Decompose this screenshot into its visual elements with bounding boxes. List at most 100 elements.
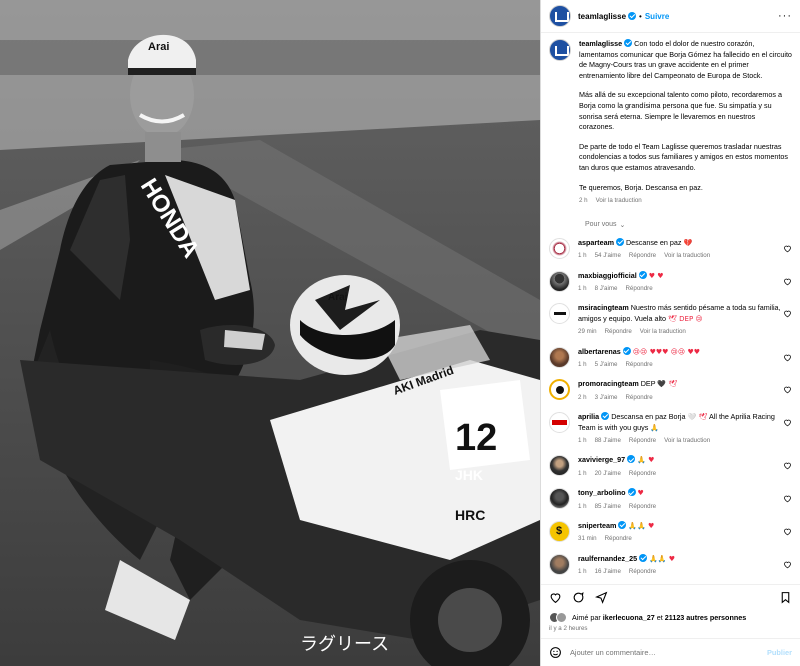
reply-button[interactable]: Répondre [625, 393, 652, 403]
comment-item: msiracingteam Nuestro más sentido pésame… [549, 303, 792, 337]
translate-link[interactable]: Voir la traduction [640, 327, 686, 337]
reply-button[interactable]: Répondre [605, 327, 632, 337]
commenter-username[interactable]: sniperteam [578, 521, 616, 530]
verified-badge-icon [639, 553, 648, 562]
comment-likes-count[interactable]: 3 J'aime [595, 393, 618, 403]
add-comment-bar: Publier [541, 638, 800, 666]
more-options-icon[interactable]: ··· [778, 10, 792, 22]
comment-emoji: 😢😢 ♥♥♥ 😢😢 ♥♥ [632, 347, 700, 356]
commenter-username[interactable]: promoracingteam [578, 379, 639, 388]
comment-text: Descanse en paz [625, 237, 682, 247]
reply-button[interactable]: Répondre [629, 469, 656, 479]
comments-scroll-area[interactable]: teamlaglisse Con todo el dolor de nuestr… [541, 33, 800, 584]
comment-like-heart-icon[interactable] [783, 244, 792, 253]
reply-button[interactable]: Répondre [605, 534, 632, 544]
comment-time: 29 min [578, 328, 597, 336]
posted-time: il y a 2 heures [549, 625, 588, 632]
share-send-icon[interactable] [595, 591, 608, 604]
comment-time: 1 h [578, 252, 587, 260]
comment-like-heart-icon[interactable] [783, 385, 792, 394]
commenter-avatar[interactable] [549, 303, 570, 325]
comment-like-heart-icon[interactable] [783, 277, 792, 286]
commenter-avatar[interactable] [549, 455, 570, 477]
likes-first-user[interactable]: ikerlecuona_27 [603, 613, 655, 622]
follow-button[interactable]: Suivre [645, 12, 669, 21]
reply-button[interactable]: Répondre [625, 360, 652, 370]
commenter-avatar[interactable] [549, 346, 570, 368]
caption-translate-link[interactable]: Voir la traduction [596, 196, 642, 207]
chevron-down-icon: ⌄ [619, 221, 626, 229]
commenter-username[interactable]: msiracingteam [578, 303, 629, 312]
comment-meta: 1 h 88 J'aime Répondre Voir la traduction [578, 436, 782, 446]
comment-like-heart-icon[interactable] [783, 309, 792, 318]
commenter-avatar[interactable] [549, 412, 570, 434]
commenter-avatar[interactable] [549, 237, 570, 259]
commenter-username[interactable]: aprilia [578, 412, 599, 421]
add-comment-input[interactable] [570, 648, 767, 657]
reply-button[interactable]: Répondre [629, 251, 656, 261]
author-avatar[interactable] [549, 5, 571, 27]
emoji-picker-icon[interactable] [549, 646, 562, 659]
commenter-username[interactable]: raulfernandez_25 [578, 554, 637, 563]
translate-link[interactable]: Voir la traduction [664, 436, 710, 446]
comment-time: 31 min [578, 535, 597, 543]
commenter-username[interactable]: xavivierge_97 [578, 455, 625, 464]
reply-button[interactable]: Répondre [629, 436, 656, 446]
likes-middle: et [654, 612, 665, 622]
translate-link[interactable]: Voir la traduction [664, 251, 710, 261]
commenter-avatar[interactable] [549, 553, 570, 575]
rider-photo-illustration: HONDA Arai 12 AKI Madrid JHK HRC ラグリース A… [0, 0, 540, 666]
commenter-avatar[interactable] [549, 379, 570, 401]
verified-badge-icon [638, 270, 647, 279]
comment-like-heart-icon[interactable] [783, 527, 792, 536]
comments-filter[interactable]: Pour vous ⌄ [585, 221, 792, 229]
post-photo[interactable]: HONDA Arai 12 AKI Madrid JHK HRC ラグリース A… [0, 0, 540, 666]
reply-button[interactable]: Répondre [625, 284, 652, 294]
commenter-avatar[interactable] [549, 270, 570, 292]
comment-like-heart-icon[interactable] [783, 418, 792, 427]
comment-likes-count[interactable]: 16 J'aime [595, 567, 621, 577]
cap-logo-text: Arai [148, 41, 169, 53]
comment-likes-count[interactable]: 8 J'aime [595, 284, 618, 294]
comment-meta: 31 min Répondre [578, 534, 782, 544]
comment-likes-count[interactable]: 54 J'aime [595, 251, 621, 261]
reply-button[interactable]: Répondre [629, 567, 656, 577]
comment-text-line: tony_arbolino ♥ [578, 488, 782, 498]
sponsor-3-text: HRC [455, 507, 485, 523]
comment-likes-count[interactable]: 5 J'aime [595, 360, 618, 370]
likes-count[interactable]: 21123 autres personnes [665, 613, 747, 622]
comment-likes-count[interactable]: 20 J'aime [595, 469, 621, 479]
comment-like-heart-icon[interactable] [783, 494, 792, 503]
comment-meta: 29 min Répondre Voir la traduction [578, 327, 782, 337]
save-bookmark-icon[interactable] [779, 591, 792, 604]
comment-like-heart-icon[interactable] [783, 353, 792, 362]
comment-item: promoracingteam DEP 🖤 🕊 2 h 3 J'aime Répon… [549, 379, 792, 403]
verified-badge-icon [628, 12, 637, 20]
comment-bubble-icon[interactable] [572, 591, 585, 604]
comment-time: 1 h [578, 568, 587, 576]
commenter-username[interactable]: maxbiaggiofficial [578, 271, 637, 280]
comment-time: 1 h [578, 437, 587, 444]
caption-author-avatar[interactable] [549, 39, 571, 61]
comment-emoji: 🤍 🕊 [687, 413, 708, 422]
commenter-avatar[interactable] [549, 521, 570, 543]
author-username[interactable]: teamlaglisse [578, 12, 626, 21]
like-heart-icon[interactable] [549, 591, 562, 604]
reply-button[interactable]: Répondre [629, 502, 656, 512]
publish-button[interactable]: Publier [767, 648, 792, 657]
commenter-avatar[interactable] [549, 488, 570, 510]
commenter-username[interactable]: tony_arbolino [578, 488, 626, 497]
comment-emoji: 💔 [683, 238, 693, 247]
comment-likes-count[interactable]: 88 J'aime [595, 436, 621, 446]
caption-meta: 2 h Voir la traduction [579, 196, 792, 207]
comments-list: asparteam Descanse en paz 💔 1 h 54 J'aime… [549, 237, 792, 578]
comment-like-heart-icon[interactable] [783, 461, 792, 470]
comment-body: aprilia Descansa en paz Borja 🤍 🕊 All th… [578, 412, 782, 446]
comment-likes-count[interactable]: 85 J'aime [595, 502, 621, 512]
caption-author-username[interactable]: teamlaglisse [579, 39, 622, 48]
commenter-username[interactable]: albertarenas [578, 347, 621, 356]
commenter-username[interactable]: asparteam [578, 238, 614, 247]
comment-like-heart-icon[interactable] [783, 560, 792, 569]
comment-meta: 1 h 85 J'aime Répondre [578, 502, 782, 512]
comment-text: Descansa en paz Borja [611, 412, 686, 422]
